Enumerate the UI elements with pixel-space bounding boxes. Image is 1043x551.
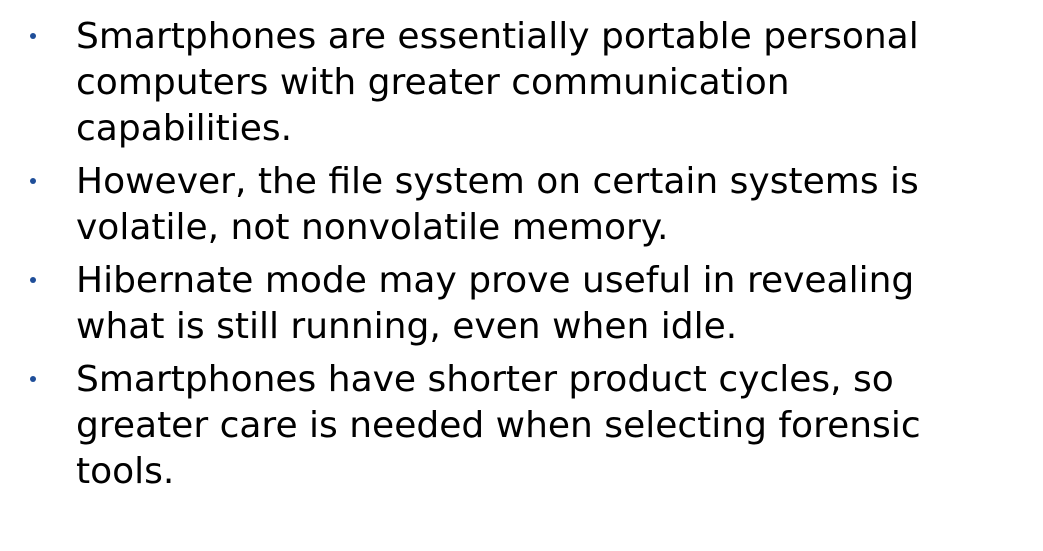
bullet-text: Smartphones are essentially portable per… — [76, 16, 919, 149]
slide-body: Smartphones are essentially portable per… — [0, 0, 1043, 551]
bullet-text: However, the file system on certain syst… — [76, 161, 919, 248]
bullet-text: Hibernate mode may prove useful in revea… — [76, 260, 915, 347]
bullet-text: Smartphones have shorter product cycles,… — [76, 359, 921, 492]
bullet-item: However, the file system on certain syst… — [30, 159, 1003, 251]
bullet-dot-icon — [30, 376, 36, 382]
bullet-list: Smartphones are essentially portable per… — [30, 14, 1003, 495]
bullet-dot-icon — [30, 277, 36, 283]
bullet-item: Hibernate mode may prove useful in revea… — [30, 258, 1003, 350]
bullet-dot-icon — [30, 33, 36, 39]
bullet-dot-icon — [30, 178, 36, 184]
bullet-item: Smartphones are essentially portable per… — [30, 14, 1003, 152]
bullet-item: Smartphones have shorter product cycles,… — [30, 357, 1003, 495]
